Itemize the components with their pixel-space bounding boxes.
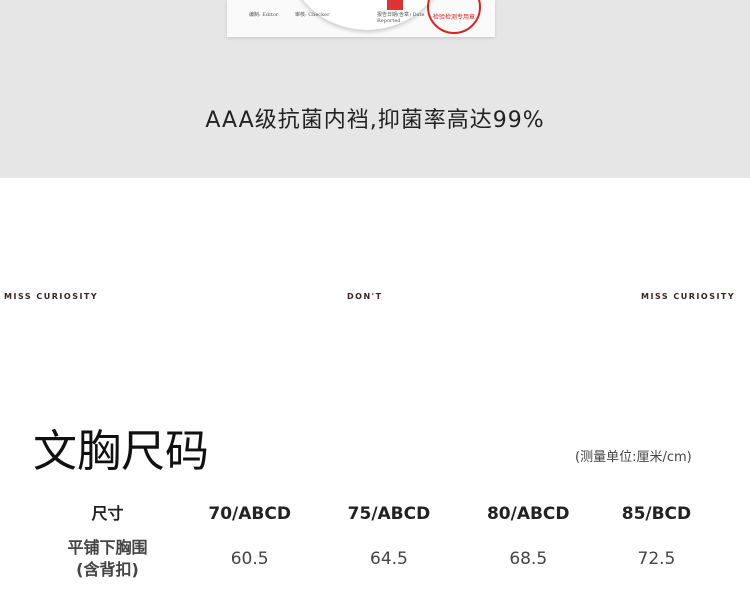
size-table: 尺寸 70/ABCD 75/ABCD 80/ABCD 85/BCD 平铺下胸围 (… [35,498,715,588]
header-cell: 85/BCD [621,504,692,524]
unit-note: (测量单位:厘米/cm) [575,450,692,465]
top-banner: 编制: Editor 审核: Checker 报告日期(含章) Date Rep… [0,0,750,178]
editor-label: 编制: Editor [249,12,279,18]
table-row: 平铺下胸围 (含背扣) 60.5 64.5 68.5 72.5 [35,530,715,588]
headline: AAA级抗菌内裆,抑菌率高达99% [205,108,545,133]
date-label: 报告日期(含章) Date Reported [377,12,425,24]
row-label-line1: 平铺下胸围 [67,538,148,557]
table-header-row: 尺寸 70/ABCD 75/ABCD 80/ABCD 85/BCD [35,498,715,530]
value-cell: 72.5 [637,549,676,569]
brand-center: DON'T [347,292,383,301]
row-label-line2: (含背扣) [76,560,139,579]
test-report-image: 编制: Editor 审核: Checker 报告日期(含章) Date Rep… [227,0,495,37]
header-cell: 80/ABCD [486,504,570,524]
header-cell: 70/ABCD [208,504,291,524]
value-cell: 60.5 [230,549,269,569]
row-label: 平铺下胸围 (含背扣) [35,530,180,588]
header-cell: 尺寸 [91,504,124,523]
brand-right: MISS CURIOSITY [641,292,736,301]
inspection-stamp: 检验检测专用章 [427,0,481,34]
red-mark [387,0,403,10]
stamp-text: 检验检测专用章 [432,14,475,21]
value-cell: 64.5 [370,549,408,569]
header-cell: 75/ABCD [347,504,431,524]
brand-left: MISS CURIOSITY [4,292,99,301]
checker-label: 审核: Checker [295,12,330,18]
page-title: 文胸尺码 [33,426,209,477]
value-cell: 68.5 [509,549,548,569]
